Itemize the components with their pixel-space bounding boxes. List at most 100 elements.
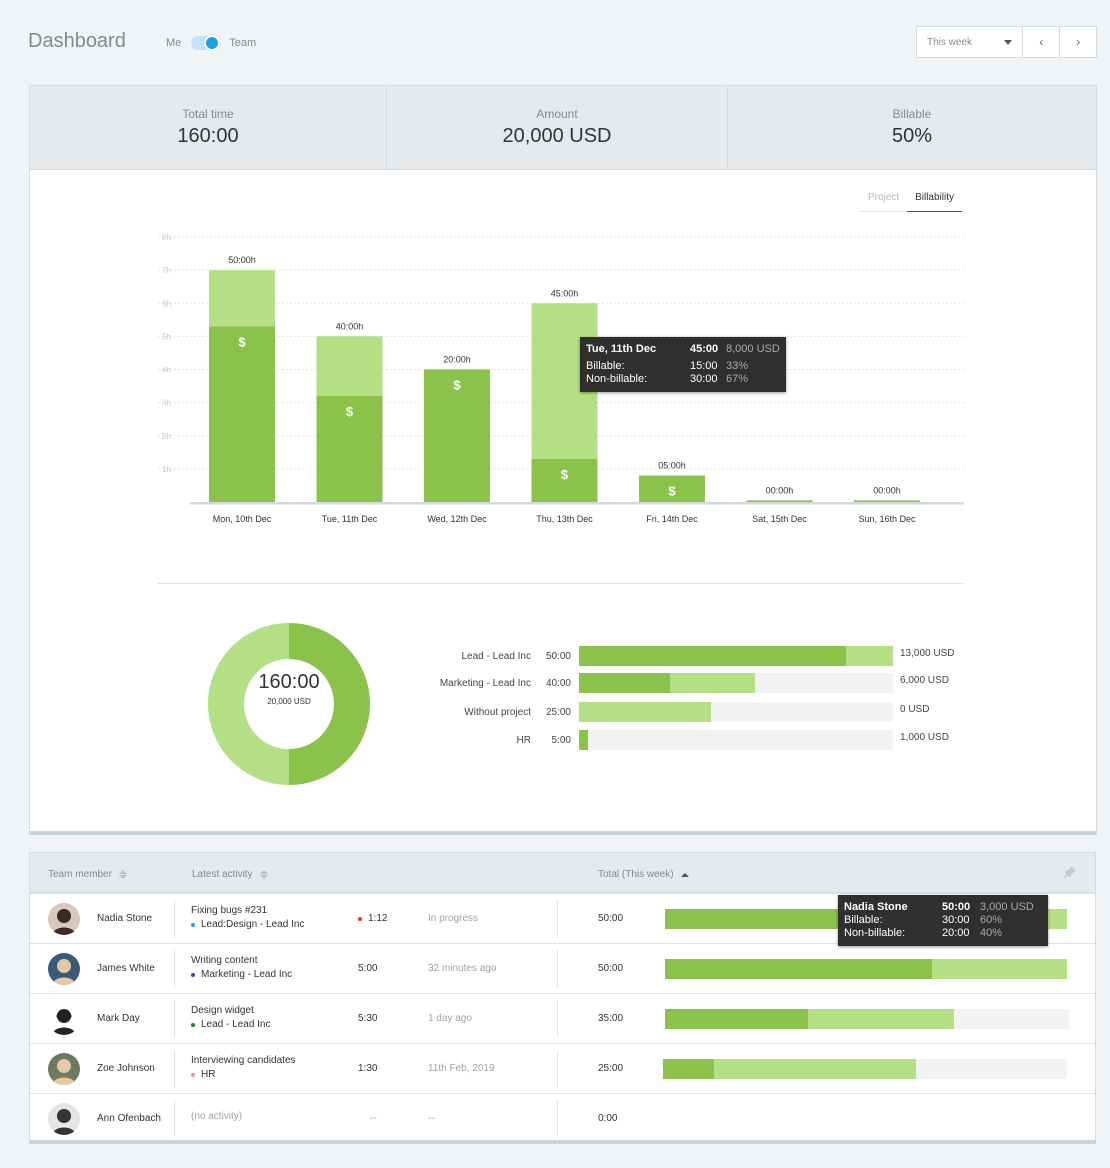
project-bar	[579, 702, 893, 722]
member-time-bar	[665, 1009, 1069, 1029]
bar-total-label: 00:00h	[873, 485, 901, 495]
activity-duration-value: 1:12	[368, 913, 388, 924]
column-total[interactable]: Total (This week)	[598, 869, 689, 880]
activity-time: 1 day ago	[428, 1013, 472, 1024]
dollar-icon: $	[668, 484, 676, 499]
activity-time: In progress	[428, 913, 479, 924]
project-row: Marketing - Lead Inc 40:00 6,000 USD	[360, 673, 949, 693]
member-bar-nonbillable	[713, 1059, 916, 1079]
y-tick-label: 2h	[162, 432, 171, 441]
activity-project-label: HR	[201, 1069, 216, 1080]
project-bar-billable	[579, 730, 589, 750]
bar-billable	[209, 326, 275, 502]
toggle-knob	[204, 35, 221, 51]
activity-duration: 5:30	[358, 1013, 377, 1024]
member-total: 50:00	[598, 963, 624, 974]
activity-description: (no activity)	[191, 1111, 243, 1122]
team-row[interactable]: James White Writing content Marketing - Le…	[30, 943, 1095, 993]
sort-asc-icon	[680, 872, 689, 877]
activity-description: Design widget	[191, 1005, 254, 1016]
member-name[interactable]: James White	[97, 963, 155, 974]
column-separator	[174, 950, 175, 988]
team-table-header: Team member Latest activity Total (This …	[30, 853, 1095, 893]
chevron-right-icon: ›	[1076, 35, 1081, 49]
column-team-member[interactable]: Team member	[48, 869, 127, 880]
activity-project-label: Lead - Lead Inc	[201, 1019, 271, 1030]
member-total: 25:00	[598, 1063, 624, 1074]
tooltip-billable-time: 15:00	[690, 360, 718, 372]
me-team-toggle[interactable]: Me Team	[166, 35, 256, 51]
member-time-bar	[665, 959, 1067, 979]
activity-duration-value: 1:30	[358, 1063, 378, 1074]
project-name: Without project	[464, 706, 531, 718]
y-tick-label: 3h	[162, 399, 171, 408]
bar-nonbillable	[209, 270, 275, 327]
activity-project: Lead:Design - Lead Inc	[191, 919, 304, 930]
column-label: Total (This week)	[598, 869, 674, 880]
tooltip-total: 45:00	[690, 343, 719, 355]
x-tick-label: Sun, 16th Dec	[858, 514, 916, 524]
activity-time: 32 minutes ago	[428, 963, 497, 974]
bar-total-label: 50:00h	[228, 255, 256, 265]
x-tick-label: Thu, 13th Dec	[536, 514, 593, 524]
overview-card: Total time 160:00 Amount 20,000 USD Bill…	[29, 85, 1097, 835]
dollar-icon: $	[238, 334, 246, 349]
project-color-dot	[191, 922, 195, 927]
activity-project-label: Lead:Design - Lead Inc	[201, 919, 305, 930]
column-separator	[174, 900, 175, 938]
member-bar-billable	[665, 959, 933, 979]
tooltip-date: Tue, 11th Dec	[586, 343, 657, 355]
dollar-icon: $	[453, 378, 461, 393]
project-bar-billable	[579, 673, 671, 693]
member-name[interactable]: Zoe Johnson	[97, 1063, 155, 1074]
caret-down-icon	[1003, 39, 1012, 45]
donut-center: 160:00 20,000 USD	[244, 671, 334, 706]
activity-time: 11th Feb, 2019	[428, 1063, 495, 1074]
member-name[interactable]: Mark Day	[97, 1013, 140, 1024]
project-color-dot	[191, 1022, 195, 1027]
team-row[interactable]: Ann Ofenbach (no activity) -- -- 0:00	[30, 1093, 1095, 1143]
team-row[interactable]: Zoe Johnson Interviewing candidates HR 1:30…	[30, 1043, 1095, 1093]
toggle-switch[interactable]	[191, 35, 221, 51]
project-row: Lead - Lead Inc 50:00 13,000 USD	[360, 646, 954, 666]
column-label: Latest activity	[192, 869, 253, 880]
column-separator	[557, 950, 558, 988]
team-tooltip: Nadia Stone 50:00 3,000 USD Billable: 30…	[838, 895, 1048, 946]
avatar	[48, 1003, 80, 1035]
bar-total-label: 45:00h	[551, 288, 579, 298]
pin-icon[interactable]	[1063, 865, 1077, 879]
donut-amount: 20,000 USD	[267, 697, 311, 706]
member-total: 0:00	[598, 1113, 618, 1124]
next-week-button[interactable]: ›	[1059, 27, 1096, 57]
bar-total-label: 05:00h	[658, 461, 686, 471]
member-name[interactable]: Nadia Stone	[97, 913, 152, 924]
tooltip-member: Nadia Stone	[844, 901, 908, 913]
project-time: 40:00	[545, 677, 571, 689]
prev-week-button[interactable]: ‹	[1023, 27, 1060, 57]
range-select[interactable]: This week	[917, 27, 1023, 57]
dollar-icon: $	[346, 404, 354, 419]
bar-total-label: 00:00h	[766, 485, 794, 495]
avatar	[48, 953, 80, 985]
project-color-dot	[191, 1072, 195, 1077]
column-separator	[557, 900, 558, 938]
project-bar-billable	[579, 646, 846, 666]
team-row[interactable]: Mark Day Design widget Lead - Lead Inc 5:30…	[30, 993, 1095, 1043]
member-name[interactable]: Ann Ofenbach	[97, 1113, 161, 1124]
column-latest-activity[interactable]: Latest activity	[192, 869, 268, 880]
bar-total-label: 40:00h	[336, 321, 364, 331]
sort-icon	[259, 870, 268, 879]
project-amount: 13,000 USD	[900, 647, 955, 659]
y-tick-label: 5h	[162, 332, 171, 341]
tooltip-billable-pct: 33%	[726, 360, 749, 372]
tooltip-nonbillable-pct: 40%	[980, 927, 1003, 939]
member-bar-nonbillable	[808, 1009, 954, 1029]
activity-project: HR	[191, 1069, 215, 1080]
tooltip-billable-pct: 60%	[980, 914, 1003, 926]
column-separator	[557, 1100, 558, 1138]
activity-duration-value: 5:00	[358, 963, 378, 974]
project-color-dot	[191, 972, 195, 977]
member-bar-billable	[665, 909, 838, 929]
project-amount: 6,000 USD	[900, 674, 949, 686]
y-tick-label: 6h	[162, 299, 171, 308]
